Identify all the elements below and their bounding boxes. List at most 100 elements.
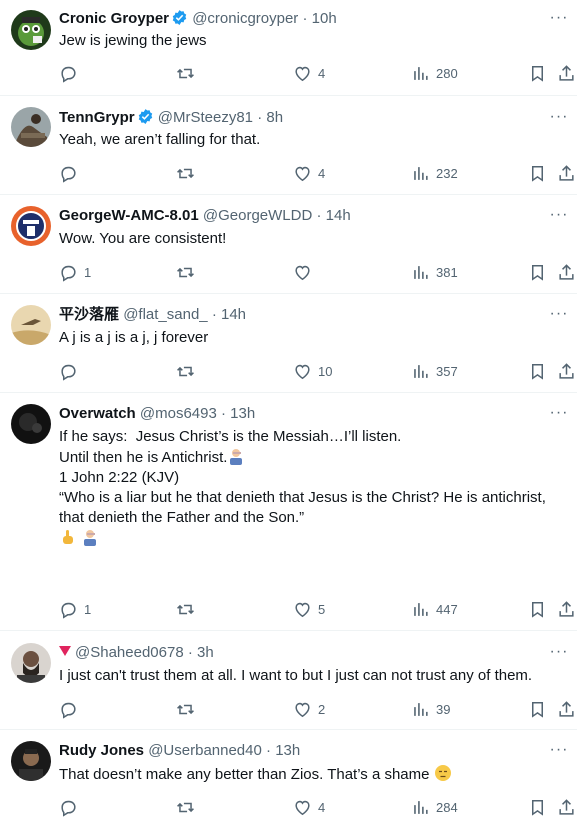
views-button[interactable]: 357 — [411, 361, 458, 381]
tweet[interactable]: 平沙落雁 @flat_sand_ · 14h ··· A j is a j is… — [0, 294, 577, 393]
view-count: 284 — [436, 799, 458, 815]
bookmark-button[interactable] — [528, 797, 547, 817]
reply-button[interactable] — [59, 797, 78, 817]
like-button[interactable]: 5 — [293, 599, 325, 619]
share-button[interactable] — [557, 797, 576, 817]
handle[interactable]: @Userbanned40 — [148, 742, 262, 759]
handle[interactable]: @Shaheed0678 — [75, 644, 184, 661]
tweet-header: TennGrypr @MrSteezy81 · 8h — [59, 108, 537, 128]
avatar[interactable] — [11, 107, 51, 147]
repost-button[interactable] — [176, 262, 195, 282]
reply-button[interactable]: 1 — [59, 262, 91, 282]
avatar[interactable] — [11, 10, 51, 50]
more-options-icon[interactable]: ··· — [549, 109, 569, 131]
more-options-icon[interactable]: ··· — [549, 405, 569, 427]
repost-button[interactable] — [176, 63, 195, 83]
tweet[interactable]: Cronic Groyper @cronicgroyper · 10h ··· … — [0, 0, 577, 96]
avatar[interactable] — [11, 305, 51, 345]
tweet-text-span: That doesn’t make any better than Zios. … — [59, 766, 430, 783]
timestamp[interactable]: 14h — [221, 306, 246, 323]
like-button[interactable]: 4 — [293, 797, 325, 817]
reply-button[interactable] — [59, 63, 78, 83]
repost-button[interactable] — [176, 797, 195, 817]
share-button[interactable] — [557, 163, 576, 183]
bookmark-button[interactable] — [528, 361, 547, 381]
handle[interactable]: @cronicgroyper — [192, 10, 298, 27]
timestamp[interactable]: 8h — [266, 109, 283, 126]
bookmark-button[interactable] — [528, 262, 547, 282]
bookmark-button[interactable] — [528, 599, 547, 619]
timestamp[interactable]: 13h — [230, 405, 255, 422]
pointing-up-emoji-icon — [63, 530, 73, 544]
more-options-icon[interactable]: ··· — [549, 644, 569, 666]
display-name[interactable]: GeorgeW-AMC-8.01 — [59, 207, 199, 224]
bookmark-button[interactable] — [528, 699, 547, 719]
action-bar: 2 39 — [59, 699, 577, 719]
like-button[interactable]: 4 — [293, 63, 325, 83]
handle[interactable]: @mos6493 — [140, 405, 217, 422]
heart-icon — [295, 265, 310, 280]
timestamp[interactable]: 3h — [197, 644, 214, 661]
like-button[interactable] — [293, 262, 312, 282]
display-name[interactable]: TennGrypr — [59, 109, 135, 126]
avatar[interactable] — [11, 404, 51, 444]
tweet-header: Overwatch @mos6493 · 13h — [59, 404, 537, 424]
bookmark-button[interactable] — [528, 63, 547, 83]
share-button[interactable] — [557, 599, 576, 619]
display-name[interactable]: Rudy Jones — [59, 742, 144, 759]
verified-badge-icon — [172, 10, 187, 25]
views-button[interactable]: 280 — [411, 63, 458, 83]
share-button[interactable] — [557, 262, 576, 282]
views-button[interactable]: 284 — [411, 797, 458, 817]
repost-icon — [177, 366, 194, 376]
more-options-icon[interactable]: ··· — [549, 10, 569, 32]
avatar[interactable] — [11, 206, 51, 246]
views-button[interactable]: 232 — [411, 163, 458, 183]
timestamp[interactable]: 14h — [326, 207, 351, 224]
display-name[interactable]: Cronic Groyper — [59, 10, 169, 27]
share-button[interactable] — [557, 63, 576, 83]
reply-button[interactable] — [59, 699, 78, 719]
more-options-icon[interactable]: ··· — [549, 306, 569, 328]
share-button[interactable] — [557, 699, 576, 719]
tweet[interactable]: Rudy Jones @Userbanned40 · 13h ··· That … — [0, 730, 577, 823]
separator-dot: · — [316, 207, 322, 224]
handle[interactable]: @flat_sand_ — [123, 306, 207, 323]
repost-button[interactable] — [176, 599, 195, 619]
reply-icon — [61, 364, 76, 381]
heart-icon — [295, 800, 310, 815]
reply-icon — [61, 66, 76, 83]
reply-button[interactable]: 1 — [59, 599, 91, 619]
repost-button[interactable] — [176, 361, 195, 381]
handle[interactable]: @MrSteezy81 — [158, 109, 253, 126]
bookmark-icon — [531, 65, 544, 82]
tweet[interactable]: Overwatch @mos6493 · 13h ··· If he says:… — [0, 393, 577, 631]
more-options-icon[interactable]: ··· — [549, 742, 569, 764]
avatar[interactable] — [11, 643, 51, 683]
views-button[interactable]: 381 — [411, 262, 458, 282]
share-button[interactable] — [557, 361, 576, 381]
avatar[interactable] — [11, 741, 51, 781]
timestamp[interactable]: 13h — [275, 742, 300, 759]
like-button[interactable]: 2 — [293, 699, 325, 719]
tweet[interactable]: TennGrypr @MrSteezy81 · 8h ··· Yeah, we … — [0, 96, 577, 195]
handle[interactable]: @GeorgeWLDD — [203, 207, 312, 224]
more-options-icon[interactable]: ··· — [549, 207, 569, 229]
share-icon — [559, 362, 574, 379]
timestamp[interactable]: 10h — [312, 10, 337, 27]
repost-button[interactable] — [176, 699, 195, 719]
repost-button[interactable] — [176, 163, 195, 183]
bookmark-button[interactable] — [528, 163, 547, 183]
display-name[interactable]: 平沙落雁 — [59, 306, 119, 323]
person-facepalm-emoji-icon — [230, 449, 243, 465]
reply-button[interactable] — [59, 361, 78, 381]
reply-icon — [61, 166, 76, 183]
tweet[interactable]: @Shaheed0678 · 3h ··· I just can't trust… — [0, 631, 577, 730]
like-button[interactable]: 10 — [293, 361, 332, 381]
views-button[interactable]: 39 — [411, 699, 450, 719]
display-name[interactable]: Overwatch — [59, 405, 136, 422]
like-button[interactable]: 4 — [293, 163, 325, 183]
reply-button[interactable] — [59, 163, 78, 183]
views-button[interactable]: 447 — [411, 599, 458, 619]
tweet[interactable]: GeorgeW-AMC-8.01 @GeorgeWLDD · 14h ··· W… — [0, 195, 577, 294]
